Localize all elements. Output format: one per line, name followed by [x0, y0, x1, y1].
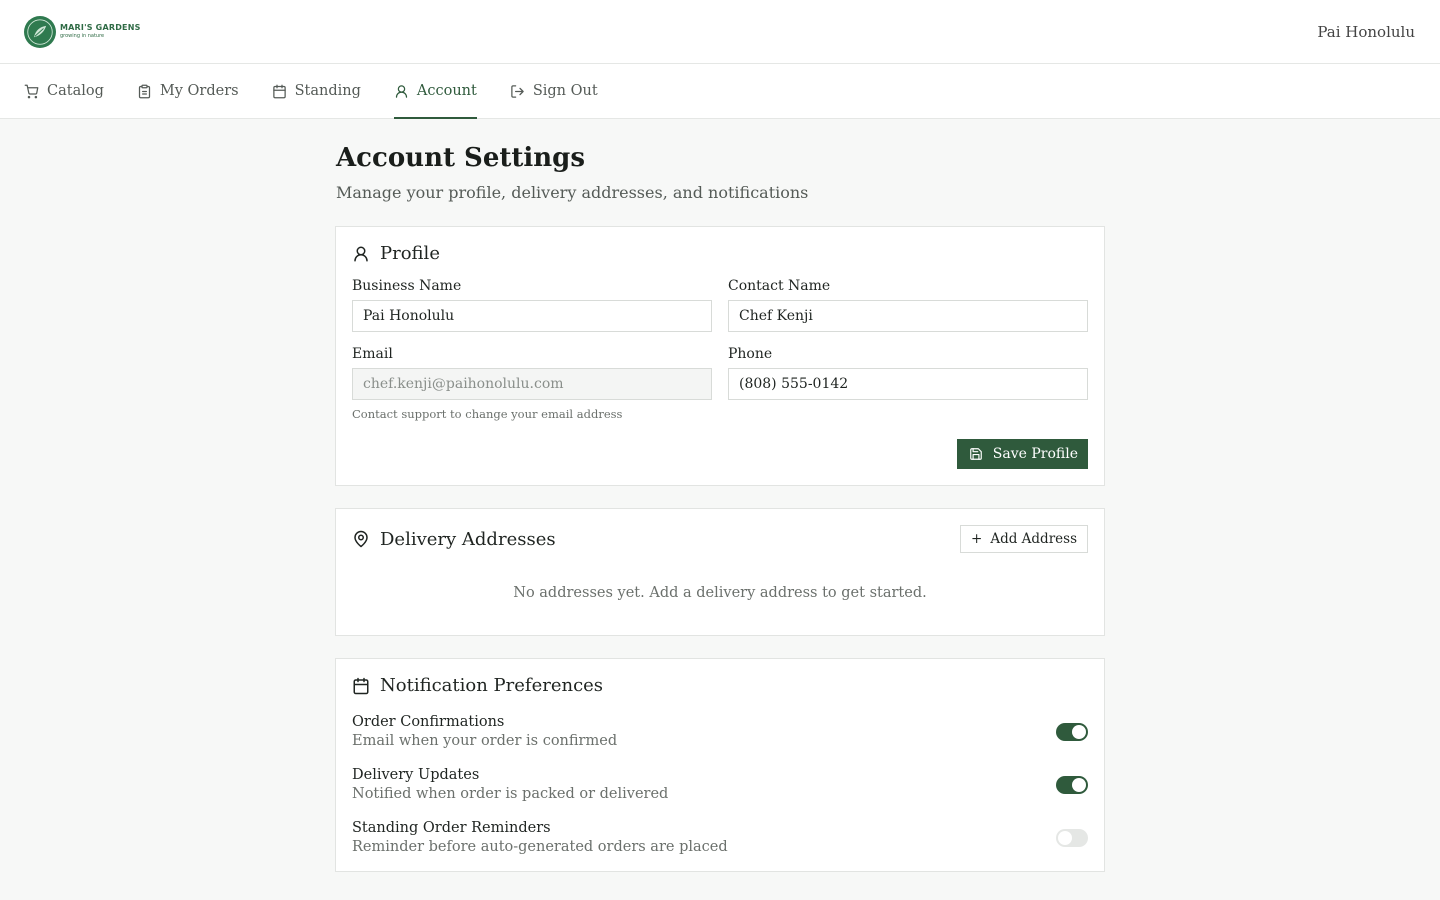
- business-name-label: Business Name: [352, 278, 462, 294]
- nav-item-account[interactable]: Account: [393, 64, 477, 119]
- delivery-updates-toggle[interactable]: [1056, 775, 1088, 794]
- save-icon: [969, 448, 982, 460]
- email-label: Email: [352, 346, 393, 362]
- pref-standing-order-reminders: Standing Order Reminders Reminder before…: [352, 820, 1088, 855]
- clipboard-icon: [138, 84, 150, 98]
- pref-label: Delivery Updates: [352, 767, 480, 783]
- cart-icon: [24, 84, 39, 98]
- nav-item-label: Catalog: [47, 83, 104, 99]
- business-name-input[interactable]: [352, 300, 712, 332]
- nav-item-sign-out[interactable]: Sign Out: [510, 64, 598, 118]
- addresses-title-label: Delivery Addresses: [380, 528, 556, 550]
- pref-order-confirmations: Order Confirmations Email when your orde…: [352, 714, 1088, 749]
- nav-item-standing[interactable]: Standing: [272, 64, 361, 118]
- delivery-addresses-card: Delivery Addresses + Add Address No addr…: [335, 508, 1105, 636]
- nav-item-catalog[interactable]: Catalog: [24, 64, 104, 118]
- page-subtitle: Manage your profile, delivery addresses,…: [336, 183, 809, 202]
- add-address-button[interactable]: + Add Address: [960, 525, 1088, 553]
- profile-title: Profile: [352, 243, 440, 264]
- email-hint: Contact support to change your email add…: [352, 407, 623, 421]
- save-profile-button[interactable]: Save Profile: [956, 439, 1088, 469]
- order-confirmations-toggle[interactable]: [1056, 722, 1088, 741]
- pref-description: Reminder before auto-generated orders ar…: [352, 839, 728, 855]
- nav-item-label: Sign Out: [532, 83, 598, 99]
- save-profile-label: Save Profile: [992, 446, 1078, 462]
- calendar-icon: [353, 677, 369, 694]
- profile-card: Profile Business Name Contact Name Email…: [335, 226, 1105, 486]
- page-title: Account Settings: [336, 143, 585, 173]
- notifications-title: Notification Preferences: [352, 675, 603, 696]
- map-pin-icon: [354, 530, 368, 548]
- profile-title-label: Profile: [380, 243, 440, 264]
- logo-mark-icon: [24, 15, 56, 48]
- plus-icon: +: [971, 531, 983, 547]
- user-name[interactable]: Pai Honolulu: [1317, 23, 1415, 41]
- sign-out-icon: [511, 84, 524, 98]
- contact-name-label: Contact Name: [728, 278, 831, 294]
- pref-delivery-updates: Delivery Updates Notified when order is …: [352, 767, 1088, 802]
- addresses-title: Delivery Addresses: [352, 529, 556, 550]
- main-content: Account Settings Manage your profile, de…: [335, 119, 1105, 872]
- contact-name-input[interactable]: [728, 300, 1088, 332]
- user-icon: [354, 246, 368, 261]
- nav-item-label: Account: [416, 83, 477, 99]
- nav-item-label: My Orders: [159, 83, 239, 99]
- pref-description: Email when your order is confirmed: [352, 733, 618, 749]
- logo-tagline: growing in nature: [60, 33, 105, 39]
- phone-input[interactable]: [728, 368, 1088, 400]
- addresses-empty-state: No addresses yet. Add a delivery address…: [513, 585, 927, 601]
- phone-label: Phone: [728, 346, 773, 362]
- pref-description: Notified when order is packed or deliver…: [352, 786, 669, 802]
- logo[interactable]: MARI'S GARDENS growing in nature: [24, 15, 141, 48]
- logo-name: MARI'S GARDENS: [60, 23, 141, 32]
- nav-item-label: Standing: [294, 83, 361, 99]
- calendar-icon: [272, 84, 286, 98]
- main-nav: Catalog My Orders Standing Account Sign …: [0, 64, 1440, 119]
- email-input: [352, 368, 712, 400]
- add-address-label: Add Address: [990, 531, 1077, 547]
- pref-label: Order Confirmations: [352, 714, 505, 730]
- pref-label: Standing Order Reminders: [352, 820, 551, 836]
- standing-order-reminders-toggle[interactable]: [1056, 828, 1088, 847]
- nav-item-my-orders[interactable]: My Orders: [137, 64, 239, 118]
- top-bar: MARI'S GARDENS growing in nature Pai Hon…: [0, 0, 1440, 64]
- notifications-title-label: Notification Preferences: [380, 675, 604, 696]
- user-icon: [395, 84, 407, 98]
- notification-preferences-card: Notification Preferences Order Confirmat…: [335, 658, 1105, 872]
